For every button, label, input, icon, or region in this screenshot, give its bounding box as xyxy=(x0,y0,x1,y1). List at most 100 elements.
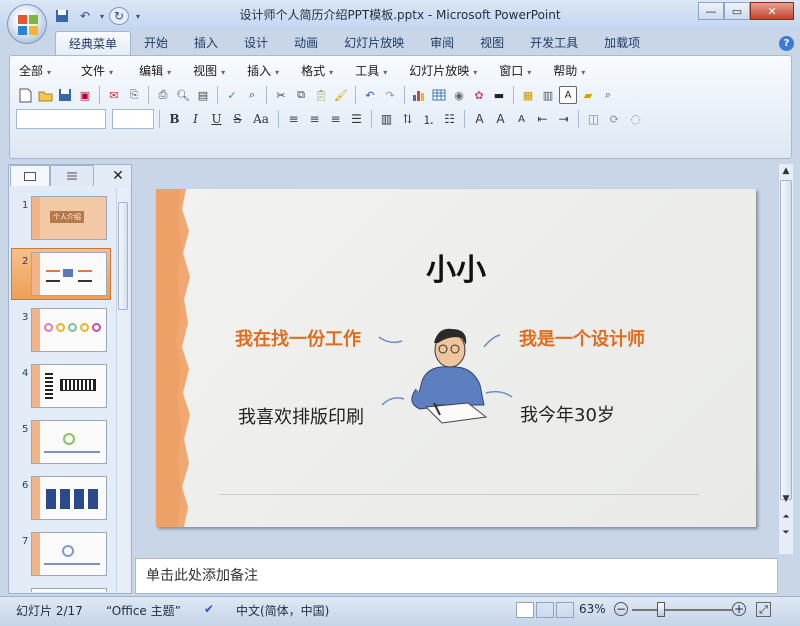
fit-to-window-icon[interactable]: ⤢ xyxy=(756,602,771,617)
bullets-icon[interactable]: ☷ xyxy=(440,110,459,129)
format-painter-icon[interactable]: 🖌︎ xyxy=(332,86,350,104)
clipart-icon[interactable]: ◉ xyxy=(450,86,468,104)
zoom-in-icon[interactable]: + xyxy=(732,602,746,616)
textbox-icon[interactable]: A xyxy=(559,86,577,104)
tab-home[interactable]: 开始 xyxy=(131,31,181,55)
tab-classic-menu[interactable]: 经典菜单 xyxy=(55,31,132,55)
tab-design[interactable]: 设计 xyxy=(231,31,281,55)
undo-toolbar-icon[interactable]: ↶ xyxy=(361,86,379,104)
menu-slideshow[interactable]: 幻灯片放映 xyxy=(406,62,486,80)
outline-tab[interactable] xyxy=(50,165,94,186)
tab-addins[interactable]: 加载项 xyxy=(591,31,653,55)
italic-button[interactable]: I xyxy=(186,110,205,129)
slide-thumbnail-6[interactable] xyxy=(31,476,107,520)
research-icon[interactable]: ▤ xyxy=(194,86,212,104)
customize-qat-icon[interactable]: ▾ xyxy=(132,7,144,25)
slide-thumbnail-8[interactable] xyxy=(31,588,107,592)
layout-icon[interactable]: ▥ xyxy=(539,86,557,104)
copy-icon[interactable]: ⧉ xyxy=(292,86,310,104)
tab-slideshow[interactable]: 幻灯片放映 xyxy=(331,31,417,55)
normal-view-icon[interactable] xyxy=(516,602,534,618)
slides-tab[interactable] xyxy=(10,165,50,186)
menu-file[interactable]: 文件 xyxy=(78,62,122,80)
zoom-out-icon[interactable]: − xyxy=(614,602,628,616)
change-case-button[interactable]: Aa xyxy=(249,110,273,129)
slide-thumbnail-2[interactable] xyxy=(31,252,107,296)
bold-button[interactable]: B xyxy=(165,110,184,129)
theme-name[interactable]: “Office 主题” xyxy=(106,602,181,619)
table-icon[interactable] xyxy=(430,86,448,104)
menu-format[interactable]: 格式 xyxy=(298,62,342,80)
decrease-indent-icon[interactable]: ⇤ xyxy=(533,110,552,129)
sorter-view-icon[interactable] xyxy=(536,602,554,618)
help-icon[interactable]: ? xyxy=(779,36,794,51)
spelling-icon[interactable]: ✓ xyxy=(223,86,241,104)
shrink-font-icon[interactable]: A xyxy=(512,110,531,129)
menu-view[interactable]: 视图 xyxy=(190,62,234,80)
menu-insert[interactable]: 插入 xyxy=(244,62,288,80)
close-button[interactable]: ✕ xyxy=(750,2,794,20)
zoom-slider-thumb[interactable] xyxy=(657,602,665,617)
align-center-icon[interactable]: ≡ xyxy=(305,110,324,129)
font-size-combo[interactable] xyxy=(112,109,154,129)
strikethrough-button[interactable]: S xyxy=(228,110,247,129)
redo-toolbar-icon[interactable]: ↷ xyxy=(381,86,399,104)
tab-animations[interactable]: 动画 xyxy=(281,31,331,55)
permission-icon[interactable]: ▣ xyxy=(76,86,94,104)
text-direction-icon[interactable]: ⇅ xyxy=(398,110,417,129)
editor-scroll-thumb[interactable] xyxy=(780,180,792,500)
scroll-thumb[interactable] xyxy=(118,202,128,310)
picture-icon[interactable]: ✿ xyxy=(470,86,488,104)
slides-pane-scrollbar[interactable] xyxy=(116,188,129,592)
office-button[interactable] xyxy=(7,4,47,44)
chart-icon[interactable] xyxy=(410,86,428,104)
previous-slide-icon[interactable]: ⏶ xyxy=(779,510,793,524)
menu-edit[interactable]: 编辑 xyxy=(136,62,180,80)
slide-thumbnail-7[interactable] xyxy=(31,532,107,576)
slide-thumbnail-3[interactable] xyxy=(31,308,107,352)
language[interactable]: 中文(简体，中国) xyxy=(236,602,329,619)
find-icon[interactable]: ⌕ xyxy=(599,86,617,104)
print-icon[interactable]: ⎙ xyxy=(154,86,172,104)
editor-scrollbar[interactable]: ▲ ▼ ⏶ ⏷ xyxy=(778,164,793,554)
minimize-button[interactable]: — xyxy=(698,2,724,20)
tab-view[interactable]: 视图 xyxy=(467,31,517,55)
justify-icon[interactable]: ☰ xyxy=(347,110,366,129)
font-color-icon[interactable]: A xyxy=(470,110,489,129)
attach-icon[interactable]: ⎘ xyxy=(125,86,143,104)
print-preview-icon[interactable]: 🔍︎ xyxy=(174,86,192,104)
translate-icon[interactable]: ⌕ xyxy=(243,86,261,104)
tab-review[interactable]: 审阅 xyxy=(417,31,467,55)
arrange-icon[interactable]: ⟳ xyxy=(605,110,624,129)
menu-all[interactable]: 全部 xyxy=(16,62,60,80)
quick-styles-icon[interactable]: ◌ xyxy=(626,110,645,129)
slide-thumbnail-5[interactable] xyxy=(31,420,107,464)
redo-icon[interactable]: ↻ xyxy=(109,7,129,25)
open-icon[interactable] xyxy=(36,86,54,104)
cut-icon[interactable]: ✂ xyxy=(272,86,290,104)
menu-help[interactable]: 帮助 xyxy=(550,62,594,80)
fill-color-icon[interactable]: ▬ xyxy=(490,86,508,104)
tab-insert[interactable]: 插入 xyxy=(181,31,231,55)
grow-font-icon[interactable]: A xyxy=(491,110,510,129)
next-slide-icon[interactable]: ⏷ xyxy=(779,526,793,540)
close-pane-icon[interactable]: ✕ xyxy=(108,165,128,186)
slideshow-view-icon[interactable] xyxy=(556,602,574,618)
shapes-icon[interactable]: ◫ xyxy=(584,110,603,129)
zoom-slider-track[interactable] xyxy=(632,609,732,611)
new-slide-icon[interactable]: ▦ xyxy=(519,86,537,104)
new-file-icon[interactable] xyxy=(16,86,34,104)
save-icon[interactable] xyxy=(52,7,72,25)
tab-developer[interactable]: 开发工具 xyxy=(517,31,591,55)
folder-icon[interactable]: ▰ xyxy=(579,86,597,104)
menu-window[interactable]: 窗口 xyxy=(496,62,540,80)
underline-button[interactable]: U xyxy=(207,110,226,129)
align-left-icon[interactable]: ≡ xyxy=(284,110,303,129)
slide-thumbnail-4[interactable] xyxy=(31,364,107,408)
scroll-up-icon[interactable]: ▲ xyxy=(779,164,793,178)
align-right-icon[interactable]: ≡ xyxy=(326,110,345,129)
scroll-down-icon[interactable]: ▼ xyxy=(779,492,793,506)
slide-canvas[interactable]: 小小 我在找一份工作 我是一个设计师 我喜欢排版印刷 我今年30岁 xyxy=(156,189,756,527)
paste-icon[interactable]: 📋︎ xyxy=(312,86,330,104)
zoom-level[interactable]: 63% xyxy=(579,602,606,616)
